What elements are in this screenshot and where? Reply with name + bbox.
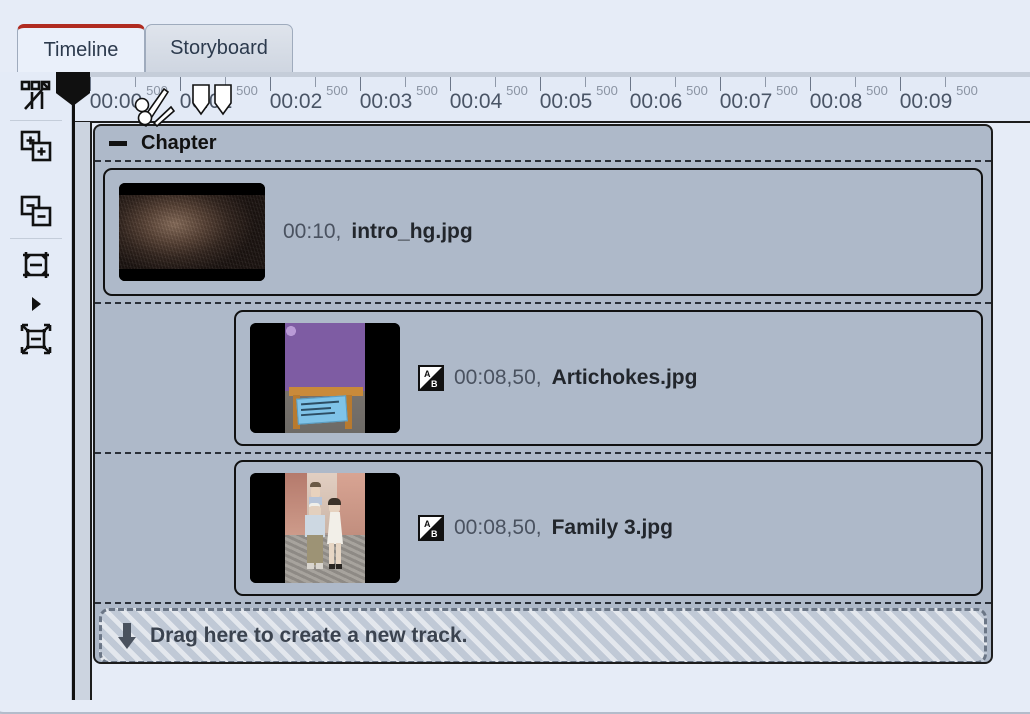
- track-header-strip: [72, 122, 92, 700]
- clip-duration: 00:08,50,: [454, 516, 542, 539]
- svg-text:A: A: [424, 519, 431, 529]
- ruler-tick-minor: [675, 77, 676, 87]
- tab-storyboard[interactable]: Storyboard: [145, 24, 293, 72]
- ruler-label-minor: 500: [866, 83, 888, 98]
- ruler-tick-major: [900, 77, 901, 91]
- ruler-tick-minor: [315, 77, 316, 87]
- clip-duration: 00:10,: [283, 220, 342, 243]
- ruler-label-major: 00:09: [899, 90, 953, 113]
- remove-track-icon[interactable]: [16, 191, 56, 231]
- track-row: A B 00:08,50, Artichokes.jpg: [95, 304, 991, 454]
- ruler-label-minor: 500: [326, 83, 348, 98]
- ruler-label-major: 00:04: [449, 90, 503, 113]
- ruler-tick-major: [360, 77, 361, 91]
- chapter-header: Chapter: [95, 126, 991, 162]
- svg-text:A: A: [424, 369, 431, 379]
- ruler-tick-minor: [405, 77, 406, 87]
- clip-filename: intro_hg.jpg: [351, 220, 473, 243]
- ruler-label-major: 00:06: [629, 90, 683, 113]
- track-row: A B 00:08,50, Family 3.jpg: [95, 454, 991, 604]
- ruler-label-minor: 500: [506, 83, 528, 98]
- ruler-tick-minor: [945, 77, 946, 87]
- scissors-cursor-icon: [130, 83, 178, 134]
- clip-filename: Artichokes.jpg: [551, 366, 698, 389]
- tab-strip: Timeline Storyboard: [0, 0, 1030, 72]
- svg-text:B: B: [431, 379, 438, 389]
- ruler-tick-minor: [495, 77, 496, 87]
- clip-item[interactable]: A B 00:08,50, Family 3.jpg: [234, 460, 983, 596]
- ruler-label-minor: 500: [596, 83, 618, 98]
- thumbnail-image-intro: [119, 183, 265, 281]
- ruler-label-minor: 500: [956, 83, 978, 98]
- fit-selection-icon[interactable]: [16, 245, 56, 285]
- new-track-drop-zone[interactable]: Drag here to create a new track.: [99, 608, 987, 662]
- ruler-tick-major: [180, 77, 181, 91]
- ruler-tick-major: [90, 77, 91, 91]
- ruler-label-major: 00:05: [539, 90, 593, 113]
- expand-arrow-icon[interactable]: [16, 284, 56, 324]
- ruler-tick-major: [810, 77, 811, 91]
- clip-caption: A B 00:08,50, Artichokes.jpg: [418, 365, 697, 391]
- down-arrow-icon: [116, 621, 138, 651]
- clip-duration: 00:08,50,: [454, 366, 542, 389]
- ruler-label-minor: 500: [236, 83, 258, 98]
- ruler-tick-major: [720, 77, 721, 91]
- ruler-tick-minor: [765, 77, 766, 87]
- tab-timeline[interactable]: Timeline: [17, 24, 145, 72]
- chapter-title: Chapter: [141, 131, 217, 154]
- ruler-label-minor: 500: [416, 83, 438, 98]
- toolbar-divider-2: [10, 238, 62, 239]
- clip-item[interactable]: A B 00:08,50, Artichokes.jpg: [234, 310, 983, 446]
- ruler-tick-major: [540, 77, 541, 91]
- ruler-tick-minor: [585, 77, 586, 87]
- ab-transition-icon: A B: [418, 365, 444, 391]
- ruler-label-major: 00:02: [269, 90, 323, 113]
- thumbnail-image-family3: [250, 473, 400, 583]
- toolbar-divider: [10, 120, 62, 121]
- ruler-tick-major: [270, 77, 271, 91]
- clip-thumbnail: [250, 323, 400, 433]
- ruler-label-major: 00:08: [809, 90, 863, 113]
- playhead[interactable]: [56, 72, 90, 700]
- ruler-tick-major: [450, 77, 451, 91]
- timeline-toolbar: [0, 72, 72, 700]
- clip-filename: Family 3.jpg: [551, 516, 673, 539]
- svg-text:B: B: [431, 529, 438, 539]
- collapse-minus-icon[interactable]: [107, 132, 129, 154]
- track-row: 00:10, intro_hg.jpg: [95, 162, 991, 304]
- tab-storyboard-label: Storyboard: [170, 37, 268, 59]
- ruler-label-minor: 500: [776, 83, 798, 98]
- tab-timeline-label: Timeline: [43, 38, 119, 61]
- add-track-icon[interactable]: [16, 126, 56, 166]
- ruler-tick-major: [630, 77, 631, 91]
- clip-item[interactable]: 00:10, intro_hg.jpg: [103, 168, 983, 296]
- ruler-label-minor: 500: [686, 83, 708, 98]
- razor-all-tracks-icon[interactable]: [16, 76, 56, 116]
- trim-handles-icon: [190, 83, 236, 122]
- new-track-label: Drag here to create a new track.: [150, 624, 468, 647]
- clip-caption: A B 00:08,50, Family 3.jpg: [418, 515, 673, 541]
- clip-thumbnail: [250, 473, 400, 583]
- clip-caption: 00:10, intro_hg.jpg: [283, 220, 473, 244]
- ruler-tick-minor: [855, 77, 856, 87]
- chapter-container: Chapter 00:10, intro_hg.jpg A B 00:08,50…: [93, 124, 993, 664]
- ab-transition-icon: A B: [418, 515, 444, 541]
- thumbnail-image-artichokes: [250, 323, 400, 433]
- ruler-label-major: 00:03: [359, 90, 413, 113]
- clip-thumbnail: [119, 183, 265, 281]
- ruler-label-major: 00:07: [719, 90, 773, 113]
- fit-project-icon[interactable]: [16, 319, 56, 359]
